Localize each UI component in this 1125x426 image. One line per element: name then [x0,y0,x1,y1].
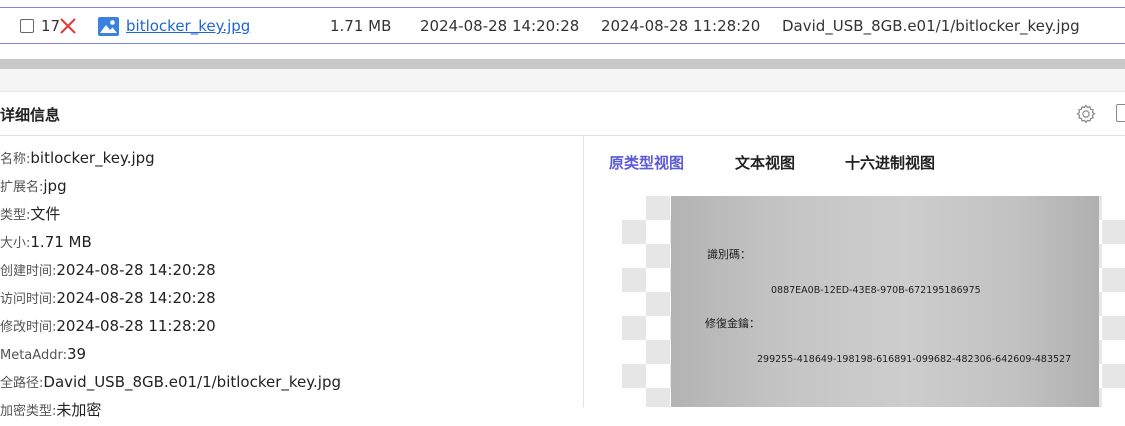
property-label: 大小: [0,236,31,251]
property-label: 加密类型: [0,404,57,419]
image-file-icon [98,17,119,36]
property-label: 全路径: [0,376,44,391]
gear-icon[interactable] [1075,103,1097,125]
property-row: 类型:文件 [0,200,60,228]
property-row: 创建时间:2024-08-28 14:20:28 [0,256,216,284]
properties-panel: 名称:bitlocker_key.jpg 扩展名:jpg 类型:文件 大小:1.… [0,136,584,419]
divider-area [0,69,1125,91]
tab-original-view[interactable]: 原类型视图 [609,152,684,173]
property-row: MetaAddr:39 [0,340,86,368]
recovery-key-label: 修復金鑰： [705,317,760,330]
recovery-key-value: 299255-418649-198198-616891-099682-48230… [757,354,1072,365]
file-created-time: 2024-08-28 14:20:28 [420,17,580,35]
property-value: 2024-08-28 14:20:28 [56,289,216,307]
property-row: 加密类型:未加密 [0,396,101,424]
file-path: David_USB_8GB.e01/1/bitlocker_key.jpg [782,17,1080,35]
property-value: 2024-08-28 11:28:20 [56,317,216,335]
preview-photo: 識別碼： 0887EA0B-12ED-43E8-970B-67219518697… [671,196,1099,407]
property-label: MetaAddr: [0,348,67,363]
recovery-id-value: 0887EA0B-12ED-43E8-970B-672195186975 [771,285,981,296]
property-label: 类型: [0,208,31,223]
property-value: bitlocker_key.jpg [30,149,155,167]
delete-x-icon[interactable] [58,16,78,36]
property-value: 未加密 [56,401,102,419]
property-row: 访问时间:2024-08-28 14:20:28 [0,284,216,312]
property-label: 名称: [0,152,31,167]
property-label: 访问时间: [0,292,57,307]
property-value: 2024-08-28 14:20:28 [56,261,216,279]
details-title: 详细信息 [0,106,61,124]
property-label: 扩展名: [0,180,44,195]
property-row: 全路径:David_USB_8GB.e01/1/bitlocker_key.jp… [0,368,341,396]
file-table-row[interactable]: 17 bitlocker_key.jpg 1.71 MB 2024-08-28 … [0,7,1125,44]
property-row: 大小:1.71 MB [0,228,92,256]
file-modified-time: 2024-08-28 11:28:20 [601,17,761,35]
image-preview: 識別碼： 0887EA0B-12ED-43E8-970B-67219518697… [622,196,1125,407]
row-checkbox[interactable] [20,19,34,33]
property-row: 扩展名:jpg [0,172,67,200]
tab-hex-view[interactable]: 十六进制视图 [845,152,935,173]
property-row: 修改时间:2024-08-28 11:28:20 [0,312,216,340]
file-size: 1.71 MB [330,17,392,35]
property-value: jpg [43,177,67,195]
property-label: 修改时间: [0,320,57,335]
property-value: David_USB_8GB.e01/1/bitlocker_key.jpg [43,373,341,391]
details-header: 详细信息 [0,91,1125,136]
panel-toggle-icon[interactable] [1116,104,1125,122]
recovery-id-label: 識別碼： [707,248,751,261]
tab-text-view[interactable]: 文本视图 [735,152,795,173]
property-value: 1.71 MB [30,233,92,251]
horizontal-scrollbar[interactable] [0,59,1125,69]
file-name-link[interactable]: bitlocker_key.jpg [126,8,250,45]
property-row: 名称:bitlocker_key.jpg [0,144,155,172]
property-label: 创建时间: [0,264,57,279]
property-value: 39 [66,345,87,363]
property-value: 文件 [30,205,61,223]
